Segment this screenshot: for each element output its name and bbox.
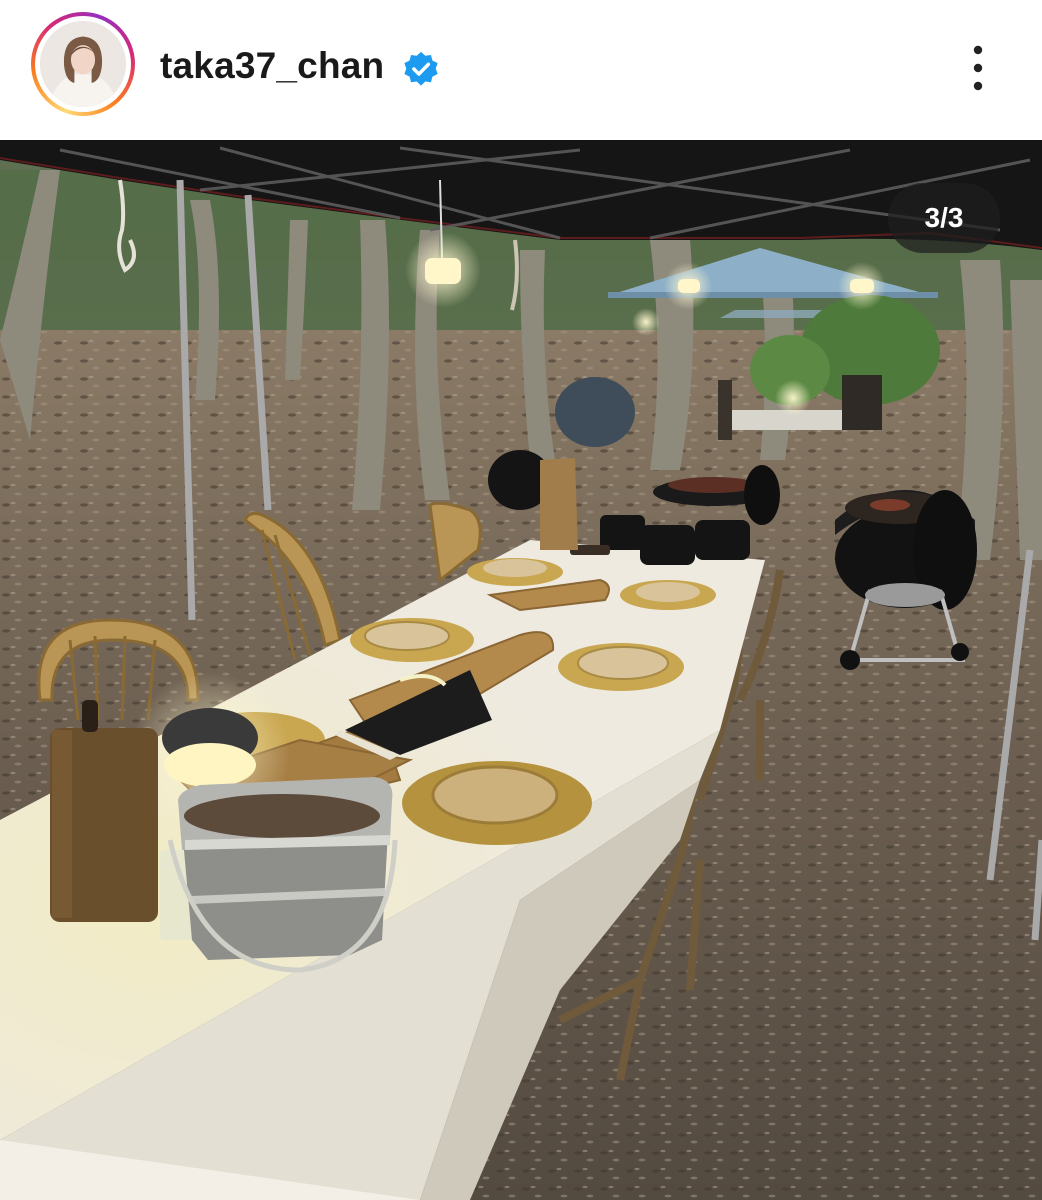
post-photo[interactable]: 3/3 xyxy=(0,140,1042,1200)
story-ring[interactable] xyxy=(31,12,135,116)
username[interactable]: taka37_chan xyxy=(160,45,384,87)
profile-avatar[interactable] xyxy=(40,21,126,107)
more-options-icon[interactable] xyxy=(958,38,998,98)
campsite-photo xyxy=(0,140,1042,1200)
collapsible-bucket xyxy=(167,777,398,973)
instagram-post: taka37_chan 3/3 xyxy=(0,0,1042,1200)
verified-badge-icon xyxy=(404,51,438,86)
post-header: taka37_chan xyxy=(0,0,1042,140)
carousel-counter[interactable]: 3/3 xyxy=(888,183,1000,253)
